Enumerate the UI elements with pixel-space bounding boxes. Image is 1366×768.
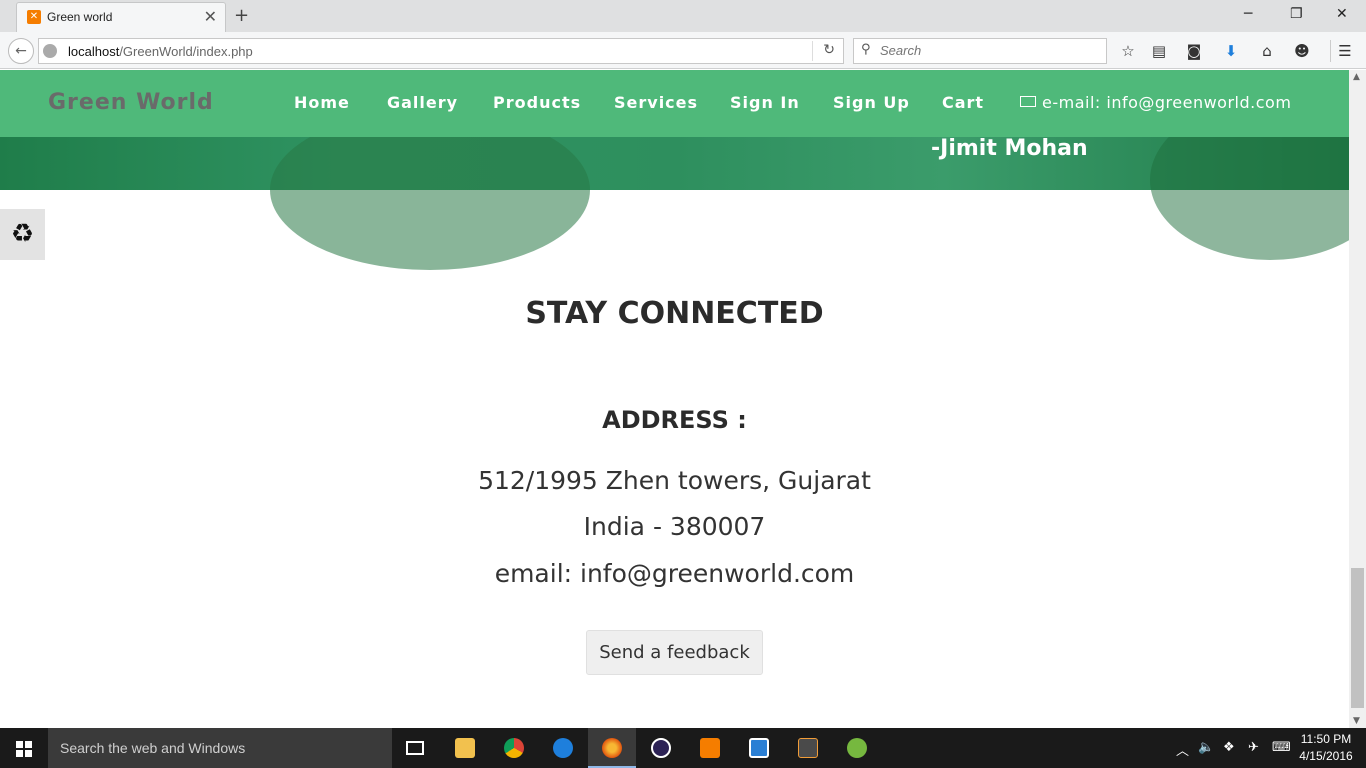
nav-cart[interactable]: Cart bbox=[942, 93, 984, 112]
nav-email-text: e-mail: info@greenworld.com bbox=[1042, 93, 1292, 112]
send-feedback-button[interactable]: Send a feedback bbox=[586, 630, 763, 675]
taskbar-eclipse[interactable] bbox=[637, 728, 685, 768]
taskbar-edge[interactable] bbox=[539, 728, 587, 768]
maximize-icon[interactable]: ❐ bbox=[1290, 6, 1303, 22]
scrollbar-thumb[interactable] bbox=[1351, 568, 1364, 708]
browser-tab-strip: ✕ Green world ✕ + ─ ❐ ✕ bbox=[0, 0, 1366, 32]
pocket-icon[interactable]: ◙ bbox=[1185, 42, 1203, 60]
taskbar-firefox[interactable] bbox=[588, 728, 636, 768]
web-page: -Jimit Mohan Green World Home Gallery Pr… bbox=[0, 70, 1349, 728]
xampp-favicon-icon: ✕ bbox=[27, 10, 41, 24]
scroll-down-icon[interactable]: ▼ bbox=[1353, 716, 1360, 726]
edge-icon bbox=[553, 738, 573, 758]
keyboard-icon[interactable]: ⌨ bbox=[1272, 740, 1291, 755]
address-bar-divider bbox=[812, 41, 813, 61]
nav-products[interactable]: Products bbox=[493, 93, 581, 112]
taskbar-file-explorer[interactable] bbox=[441, 728, 489, 768]
taskbar-clock[interactable]: 11:50 PM 4/15/2016 bbox=[1296, 731, 1356, 765]
nav-home[interactable]: Home bbox=[294, 93, 350, 112]
browser-search-input[interactable] bbox=[880, 43, 1100, 58]
hero-quote-author: -Jimit Mohan bbox=[931, 136, 1088, 161]
hello-chat-icon[interactable]: ☻ bbox=[1293, 42, 1311, 60]
eclipse-icon bbox=[651, 738, 671, 758]
globe-icon bbox=[43, 44, 57, 58]
task-view-button[interactable] bbox=[392, 728, 440, 768]
taskbar-chrome[interactable] bbox=[490, 728, 538, 768]
address-line-2: India - 380007 bbox=[583, 512, 766, 541]
close-window-icon[interactable]: ✕ bbox=[1336, 6, 1348, 22]
sublime-text-icon bbox=[798, 738, 818, 758]
folder-icon bbox=[455, 738, 475, 758]
chrome-icon bbox=[504, 738, 524, 758]
toolbar-divider bbox=[1330, 40, 1331, 62]
task-view-icon bbox=[406, 741, 424, 755]
nav-sign-in[interactable]: Sign In bbox=[730, 93, 800, 112]
airplane-mode-icon[interactable]: ✈ bbox=[1248, 740, 1259, 755]
reload-icon[interactable]: ↻ bbox=[823, 42, 835, 58]
firefox-icon bbox=[602, 738, 622, 758]
page-scrollbar[interactable]: ▲ ▼ bbox=[1349, 70, 1366, 728]
utorrent-icon bbox=[847, 738, 867, 758]
brackets-icon bbox=[749, 738, 769, 758]
taskbar-xampp[interactable] bbox=[686, 728, 734, 768]
browser-tab[interactable]: ✕ Green world ✕ bbox=[16, 2, 226, 32]
tab-close-icon[interactable]: ✕ bbox=[204, 7, 217, 26]
start-button[interactable] bbox=[0, 728, 48, 768]
dropbox-icon[interactable]: ❖ bbox=[1223, 740, 1235, 755]
nav-sign-up[interactable]: Sign Up bbox=[833, 93, 910, 112]
minimize-icon[interactable]: ─ bbox=[1244, 6, 1252, 22]
recycle-icon[interactable]: ♻ bbox=[0, 209, 45, 260]
taskbar-search-box[interactable]: Search the web and Windows bbox=[48, 728, 392, 768]
menu-hamburger-icon[interactable]: ☰ bbox=[1336, 42, 1354, 60]
taskbar-sublime[interactable] bbox=[784, 728, 832, 768]
scroll-up-icon[interactable]: ▲ bbox=[1353, 72, 1360, 82]
tab-title: Green world bbox=[47, 10, 113, 24]
nav-services[interactable]: Services bbox=[614, 93, 698, 112]
windows-logo-icon bbox=[16, 741, 32, 757]
browser-toolbar: ← localhost/GreenWorld/index.php ↻ ⚲ ☆ ▤… bbox=[0, 32, 1366, 69]
volume-icon[interactable]: 🔈 bbox=[1198, 740, 1214, 755]
reading-list-icon[interactable]: ▤ bbox=[1150, 42, 1168, 60]
site-brand[interactable]: Green World bbox=[48, 90, 214, 115]
taskbar-brackets[interactable] bbox=[735, 728, 783, 768]
address-line-1: 512/1995 Zhen towers, Gujarat bbox=[478, 466, 871, 495]
nav-email-link[interactable]: e-mail: info@greenworld.com bbox=[1020, 93, 1291, 112]
address-heading: ADDRESS : bbox=[602, 406, 747, 434]
taskbar-utorrent[interactable] bbox=[833, 728, 881, 768]
home-icon[interactable]: ⌂ bbox=[1258, 42, 1276, 60]
contact-email-line: email: info@greenworld.com bbox=[494, 559, 855, 588]
taskbar-search-placeholder: Search the web and Windows bbox=[60, 740, 246, 756]
download-icon[interactable]: ⬇ bbox=[1222, 42, 1240, 60]
clock-time: 11:50 PM bbox=[1300, 732, 1352, 746]
nav-gallery[interactable]: Gallery bbox=[387, 93, 458, 112]
site-navbar: Green World Home Gallery Products Servic… bbox=[0, 70, 1349, 137]
bookmark-star-icon[interactable]: ☆ bbox=[1119, 42, 1137, 60]
envelope-icon bbox=[1020, 96, 1036, 107]
new-tab-icon[interactable]: + bbox=[234, 5, 249, 26]
windows-taskbar: Search the web and Windows ︿ 🔈 ❖ ✈ ⌨ 11:… bbox=[0, 728, 1366, 768]
search-icon: ⚲ bbox=[861, 42, 871, 57]
tray-chevron-up-icon[interactable]: ︿ bbox=[1176, 740, 1189, 759]
stay-connected-heading: STAY CONNECTED bbox=[525, 296, 824, 331]
back-arrow-icon[interactable]: ← bbox=[8, 38, 34, 64]
clock-date: 4/15/2016 bbox=[1299, 749, 1353, 763]
url-text: localhost/GreenWorld/index.php bbox=[68, 44, 253, 59]
xampp-icon bbox=[700, 738, 720, 758]
browser-search-box[interactable]: ⚲ bbox=[853, 38, 1107, 64]
address-bar[interactable]: localhost/GreenWorld/index.php ↻ bbox=[38, 38, 844, 64]
